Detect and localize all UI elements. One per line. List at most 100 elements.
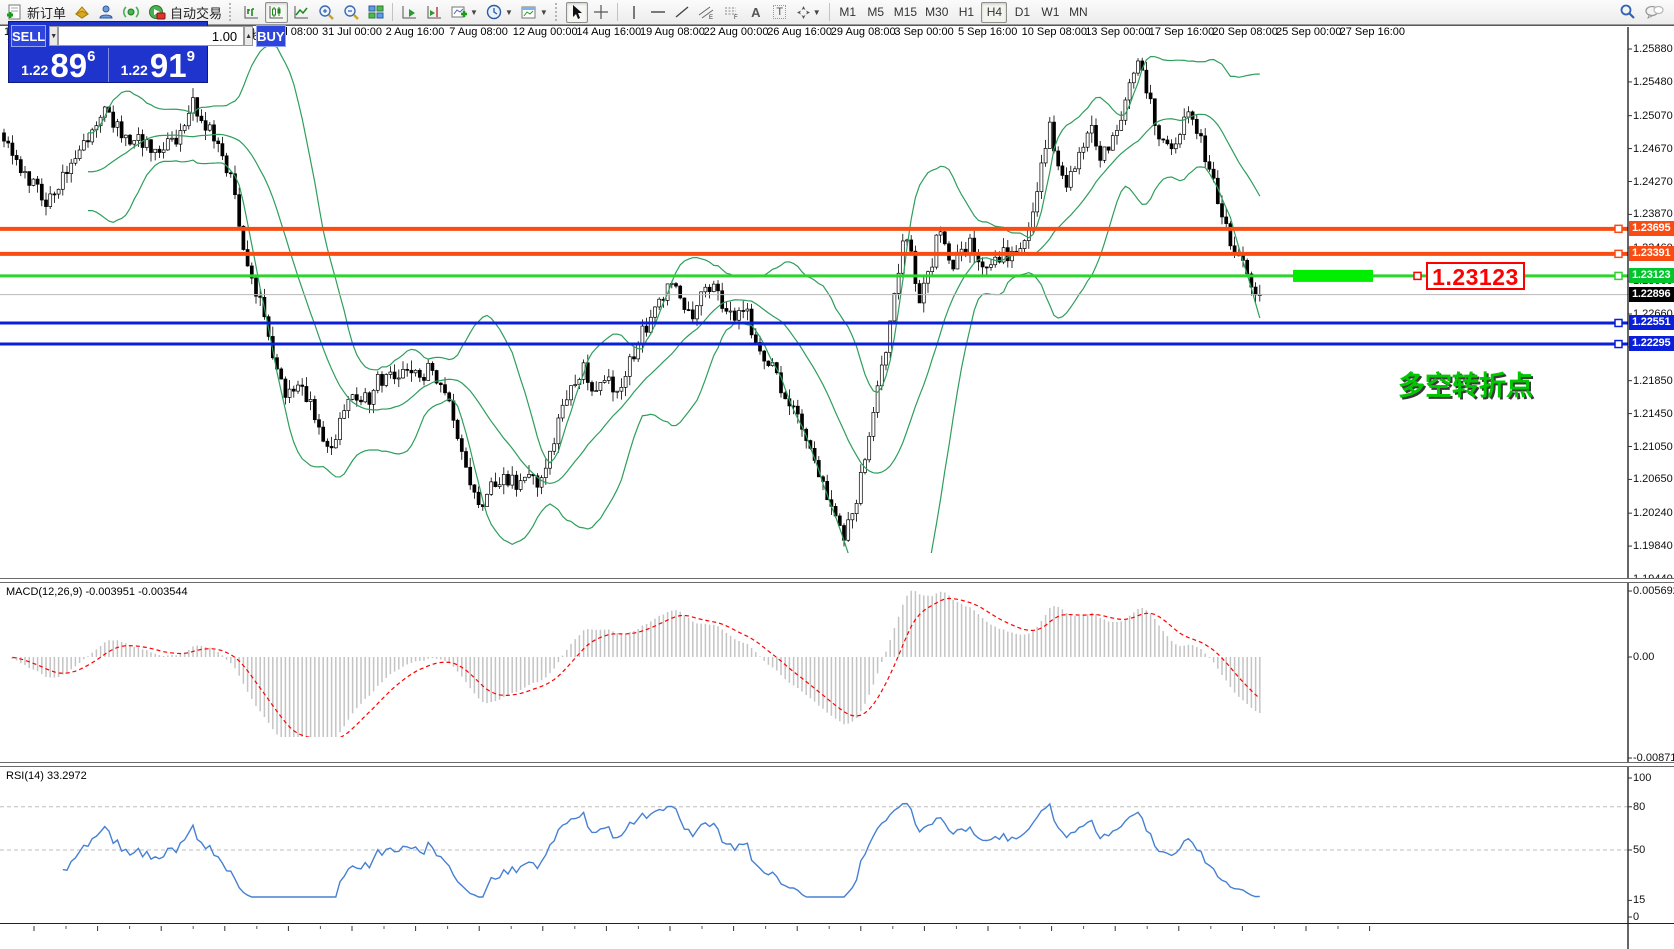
zoom-out-icon bbox=[343, 4, 360, 21]
templates-button[interactable]: ▼ bbox=[518, 2, 551, 23]
timeframe-h4[interactable]: H4 bbox=[981, 2, 1007, 23]
arrows-tool[interactable]: ▼ bbox=[793, 2, 824, 23]
chart-canvas[interactable] bbox=[0, 26, 1674, 949]
zoom-out-button[interactable] bbox=[340, 2, 363, 23]
text-tool-icon: A bbox=[751, 5, 760, 20]
time-axis-label[interactable]: 29 Aug 08:00 bbox=[831, 26, 896, 38]
trendline-tool[interactable] bbox=[671, 2, 693, 23]
timeframe-m30[interactable]: M30 bbox=[922, 2, 951, 23]
price-tick-label: 1.25880 bbox=[1633, 43, 1673, 55]
equidistant-channel-tool[interactable]: E bbox=[695, 2, 718, 23]
sell-button[interactable]: SELL bbox=[11, 25, 46, 47]
timeframe-m5[interactable]: M5 bbox=[863, 2, 889, 23]
volume-input[interactable] bbox=[58, 26, 244, 46]
vertical-line-icon bbox=[627, 5, 641, 20]
auto-scroll-button[interactable] bbox=[398, 2, 421, 23]
market-watch-button[interactable] bbox=[71, 2, 93, 23]
chinese-note[interactable]: 多空转折点 bbox=[1398, 364, 1533, 403]
time-axis-label[interactable]: 14 Aug 16:00 bbox=[576, 26, 641, 38]
time-axis-label[interactable]: 13 Sep 00:00 bbox=[1085, 26, 1150, 38]
main-toolbar: 新订单 自动交易 bbox=[0, 0, 1674, 25]
crosshair-tool-button[interactable] bbox=[590, 2, 612, 23]
bar-chart-button[interactable] bbox=[240, 2, 263, 23]
timeframe-d1[interactable]: D1 bbox=[1009, 2, 1035, 23]
svg-text:E: E bbox=[709, 15, 713, 20]
time-axis-label[interactable]: 20 Sep 08:00 bbox=[1212, 26, 1277, 38]
indicators-button[interactable]: ▼ bbox=[448, 2, 481, 23]
level-endpoint-marker[interactable] bbox=[1615, 272, 1622, 279]
time-axis-label[interactable]: 10 Sep 08:00 bbox=[1022, 26, 1087, 38]
periods-button[interactable]: ▼ bbox=[483, 2, 516, 23]
buy-button[interactable]: BUY bbox=[256, 25, 285, 47]
text-tool[interactable]: A bbox=[745, 2, 767, 23]
toolbar-grip bbox=[555, 3, 562, 21]
level-endpoint-marker[interactable] bbox=[1615, 341, 1622, 348]
volume-increase-button[interactable]: ▲ bbox=[244, 26, 253, 46]
macd-pane[interactable] bbox=[12, 591, 1259, 746]
line-chart-button[interactable] bbox=[290, 2, 313, 23]
macd-tick-label: 0.00 bbox=[1633, 651, 1673, 663]
pivot-highlight-bar[interactable] bbox=[1293, 270, 1373, 282]
zoom-in-button[interactable] bbox=[315, 2, 338, 23]
time-axis-label[interactable]: 2 Aug 16:00 bbox=[386, 26, 445, 38]
broadcast-button[interactable] bbox=[119, 2, 143, 23]
time-axis-label[interactable]: 25 Sep 00:00 bbox=[1276, 26, 1341, 38]
tile-windows-icon bbox=[368, 5, 384, 19]
sell-price-big: 89 bbox=[50, 51, 87, 81]
volume-decrease-button[interactable]: ▼ bbox=[49, 26, 58, 46]
pane-separator[interactable] bbox=[0, 578, 1674, 583]
timeframe-h1[interactable]: H1 bbox=[953, 2, 979, 23]
time-axis-label[interactable]: 26 Aug 16:00 bbox=[767, 26, 832, 38]
time-axis-label[interactable]: 27 Sep 16:00 bbox=[1340, 26, 1405, 38]
fibonacci-tool[interactable]: F bbox=[720, 2, 743, 23]
time-axis-label[interactable]: 5 Sep 16:00 bbox=[958, 26, 1017, 38]
text-label-tool[interactable]: T bbox=[769, 2, 791, 23]
time-axis-label[interactable]: 3 Sep 00:00 bbox=[894, 26, 953, 38]
price-tick-label: 1.23870 bbox=[1633, 208, 1673, 220]
horizontal-line-tool[interactable] bbox=[647, 2, 669, 23]
candlestick-chart-button[interactable] bbox=[265, 2, 288, 23]
search-button[interactable] bbox=[1615, 2, 1639, 23]
new-order-button[interactable]: 新订单 bbox=[3, 2, 69, 23]
level-endpoint-marker[interactable] bbox=[1615, 250, 1622, 257]
callout-anchor-marker[interactable] bbox=[1414, 272, 1421, 279]
price-callout-box[interactable]: 1.23123 bbox=[1426, 262, 1525, 290]
time-axis-label[interactable]: 12 Aug 00:00 bbox=[513, 26, 578, 38]
buy-price-sup: 9 bbox=[187, 49, 195, 64]
chart-window[interactable]: ▲ GBPUSD-,H4 1.23102 1.23139 1.22870 1.2… bbox=[0, 25, 1674, 949]
vertical-line-tool[interactable] bbox=[623, 2, 645, 23]
time-axis-label[interactable]: 19 Aug 08:00 bbox=[640, 26, 705, 38]
autotrading-button[interactable]: 自动交易 bbox=[145, 2, 225, 23]
timeframe-mn[interactable]: MN bbox=[1065, 2, 1091, 23]
indicators-dropdown-caret[interactable]: ▼ bbox=[470, 8, 478, 17]
chart-shift-button[interactable] bbox=[423, 2, 446, 23]
cursor-tool-button[interactable] bbox=[566, 2, 588, 23]
timeframe-m15[interactable]: M15 bbox=[891, 2, 920, 23]
time-axis-label[interactable]: 17 Sep 16:00 bbox=[1149, 26, 1214, 38]
price-pane[interactable] bbox=[3, 45, 1262, 619]
time-axis-label[interactable]: 7 Aug 08:00 bbox=[449, 26, 508, 38]
time-axis-label[interactable]: 31 Jul 00:00 bbox=[322, 26, 382, 38]
timeframe-m1[interactable]: M1 bbox=[835, 2, 861, 23]
toolbar-divider bbox=[829, 3, 830, 21]
periods-dropdown-caret[interactable]: ▼ bbox=[505, 8, 513, 17]
account-person-icon bbox=[98, 4, 114, 20]
chat-button[interactable] bbox=[1641, 2, 1667, 23]
buy-price[interactable]: 1.22 91 9 bbox=[109, 48, 208, 82]
rsi-tick-label: 50 bbox=[1633, 844, 1673, 856]
pane-separator[interactable] bbox=[0, 762, 1674, 767]
autotrading-icon bbox=[148, 4, 166, 20]
templates-dropdown-caret[interactable]: ▼ bbox=[540, 8, 548, 17]
price-tick-label: 1.20650 bbox=[1633, 473, 1673, 485]
time-axis-label[interactable]: 22 Aug 00:00 bbox=[704, 26, 769, 38]
sell-price[interactable]: 1.22 89 6 bbox=[9, 48, 109, 82]
accounts-button[interactable] bbox=[95, 2, 117, 23]
arrows-dropdown-caret[interactable]: ▼ bbox=[813, 8, 821, 17]
timeframe-w1[interactable]: W1 bbox=[1037, 2, 1063, 23]
crosshair-icon bbox=[593, 4, 609, 20]
level-endpoint-marker[interactable] bbox=[1615, 225, 1622, 232]
rsi-pane[interactable] bbox=[0, 804, 1628, 901]
buy-price-small: 1.22 bbox=[121, 59, 148, 81]
level-endpoint-marker[interactable] bbox=[1615, 319, 1622, 326]
tile-windows-button[interactable] bbox=[365, 2, 387, 23]
